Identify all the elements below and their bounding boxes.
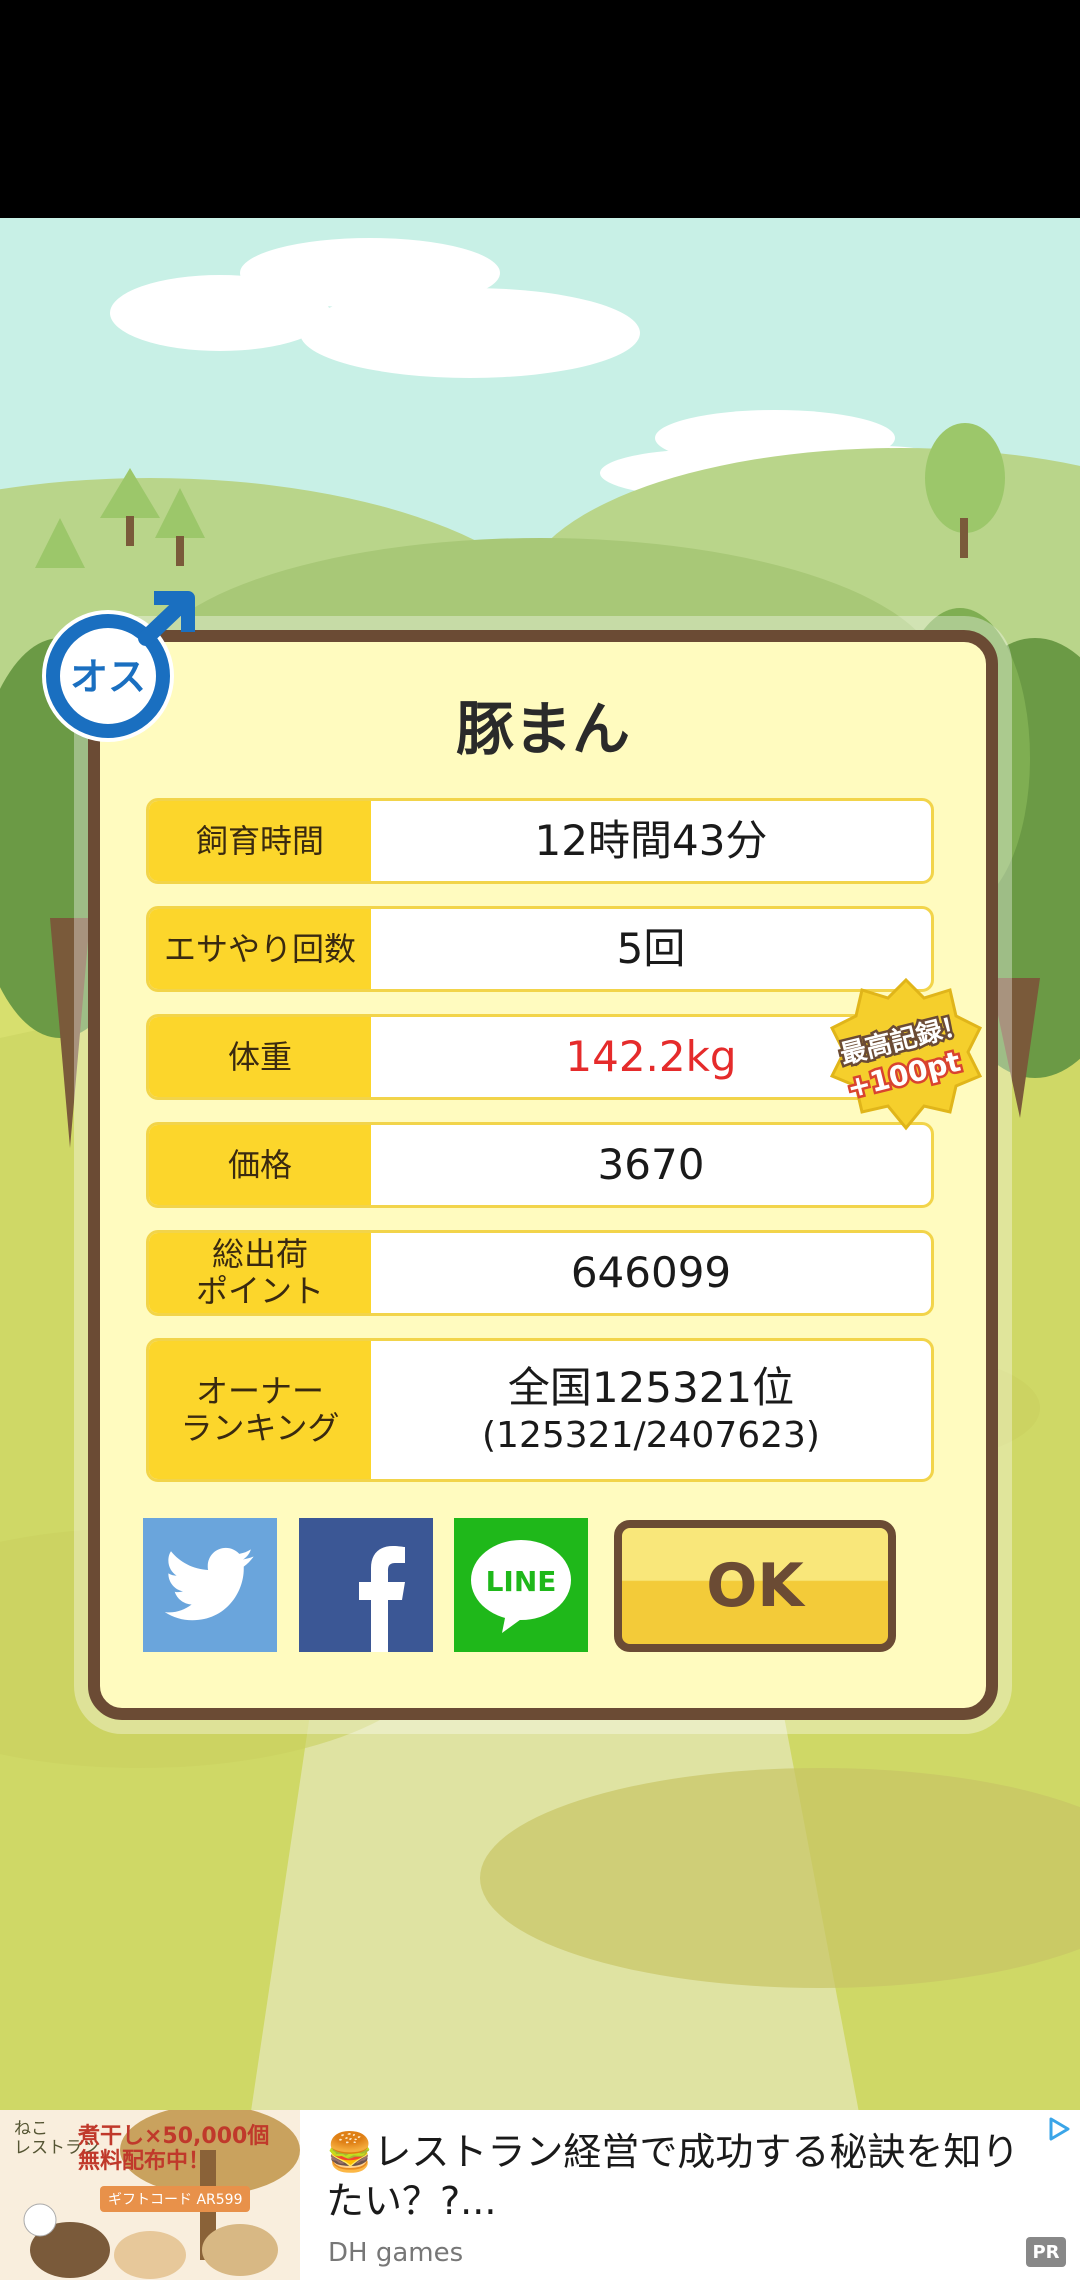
ad-source: DH games bbox=[328, 2238, 464, 2268]
stat-label: 体重 bbox=[149, 1017, 371, 1097]
line-share-button[interactable]: LINE bbox=[454, 1518, 588, 1652]
male-gender-icon: オス bbox=[42, 591, 195, 742]
stat-label: エサやり回数 bbox=[149, 909, 371, 989]
stat-value: 3670 bbox=[597, 1139, 705, 1189]
gender-label: オス bbox=[70, 655, 146, 699]
ad-pr-label: PR bbox=[1026, 2237, 1066, 2267]
stat-value: 646099 bbox=[570, 1247, 732, 1297]
ad-headline[interactable]: 🍔レストラン経営で成功する秘訣を知りたい？?... bbox=[326, 2128, 1026, 2227]
stat-row-raising-time: 飼育時間 12時間43分 bbox=[146, 798, 934, 884]
stat-row-feed-count: エサやり回数 5回 bbox=[146, 906, 934, 992]
record-badge: 最高記録！ +100pt bbox=[829, 977, 983, 1131]
stat-label: 価格 bbox=[149, 1125, 371, 1205]
ok-button[interactable]: OK bbox=[614, 1520, 896, 1652]
facebook-share-button[interactable] bbox=[299, 1518, 433, 1652]
facebook-f-icon bbox=[359, 1546, 405, 1652]
stat-row-price: 価格 3670 bbox=[146, 1122, 934, 1208]
line-label: LINE bbox=[486, 1565, 557, 1598]
pig-name-title: 豚まん bbox=[455, 695, 630, 763]
ranking-value: 全国125321位 (125321/2407623) bbox=[371, 1341, 931, 1479]
status-bar-area bbox=[0, 0, 1080, 218]
ad-choices-icon[interactable] bbox=[1046, 2116, 1072, 2142]
stat-row-weight: 体重 142.2kg bbox=[146, 1014, 934, 1100]
ad-thumbnail[interactable]: ねこ レストラン 煮干し×50,000個 無料配布中！ ギフトコード AR599 bbox=[0, 2110, 300, 2280]
ad-promo: 煮干し×50,000個 無料配布中！ bbox=[78, 2124, 270, 2175]
ad-banner[interactable]: ねこ レストラン 煮干し×50,000個 無料配布中！ ギフトコード AR599… bbox=[0, 2110, 1080, 2280]
ranking-position: 全国125321位 bbox=[507, 1363, 795, 1413]
stat-label: オーナー ランキング bbox=[149, 1341, 371, 1479]
stat-row-total-points: 総出荷 ポイント 646099 bbox=[146, 1230, 934, 1316]
stat-row-owner-ranking: オーナー ランキング 全国125321位 (125321/2407623) bbox=[146, 1338, 934, 1482]
stat-value: 12時間43分 bbox=[534, 815, 768, 865]
twitter-bird-icon bbox=[165, 1547, 254, 1621]
line-icon: LINE bbox=[471, 1540, 571, 1633]
stat-label: 総出荷 ポイント bbox=[149, 1233, 371, 1313]
ranking-detail: (125321/2407623) bbox=[482, 1414, 820, 1456]
stat-label: 飼育時間 bbox=[149, 801, 371, 881]
ad-gift-code: ギフトコード AR599 bbox=[100, 2186, 251, 2212]
twitter-share-button[interactable] bbox=[143, 1518, 277, 1652]
